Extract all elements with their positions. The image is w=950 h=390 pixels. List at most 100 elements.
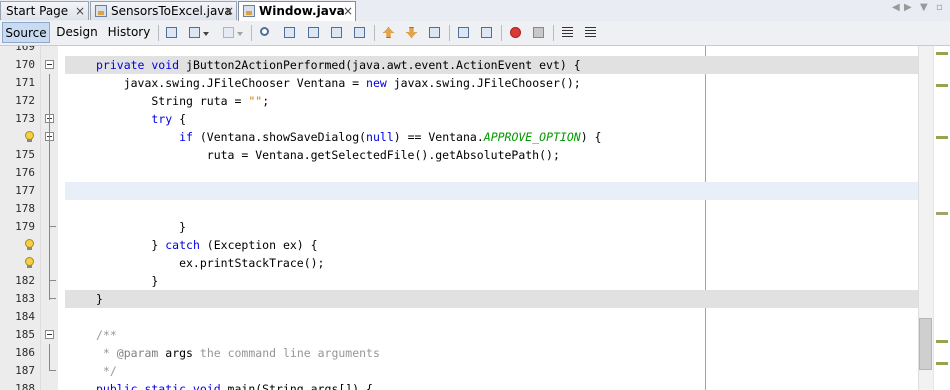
history-back-icon[interactable]: [163, 24, 181, 42]
hint-bulb-icon[interactable]: [24, 239, 35, 251]
tab-sensorstoexcel-java[interactable]: SensorsToExcel.java ×: [90, 1, 237, 20]
code-line[interactable]: 182 }: [0, 272, 918, 290]
error-stripe-marker[interactable]: [936, 84, 948, 87]
find-previous-icon[interactable]: [281, 24, 299, 42]
uncomment-icon[interactable]: [582, 24, 600, 42]
hint-bulb-icon[interactable]: [24, 131, 35, 143]
nav-dropdown-icon[interactable]: [220, 24, 243, 42]
line-number: 182: [15, 274, 35, 287]
code-line[interactable]: 186 * @param args the command line argum…: [0, 344, 918, 362]
toolbar-separator: [158, 25, 159, 41]
shift-left-icon[interactable]: [455, 24, 473, 42]
toolbar-separator: [251, 25, 252, 41]
tab-source[interactable]: Source: [2, 22, 50, 43]
scroll-tabs-right-icon[interactable]: ▶: [904, 2, 912, 13]
comment-icon[interactable]: [559, 24, 577, 42]
code-text: }: [96, 274, 159, 288]
hint-bulb-icon[interactable]: [24, 257, 35, 269]
close-icon[interactable]: ×: [75, 2, 85, 20]
code-line[interactable]: 169: [0, 46, 918, 56]
line-number: 171: [15, 76, 35, 89]
code-line[interactable]: if (Ventana.showSaveDialog(null) == Vent…: [0, 128, 918, 146]
scrollbar-thumb[interactable]: [919, 318, 932, 370]
fold-guide-line: [49, 74, 50, 300]
java-file-icon: [243, 5, 255, 17]
tab-label: Start Page: [6, 4, 69, 18]
toolbar-separator: [553, 25, 554, 41]
line-number: 170: [15, 58, 35, 71]
code-line[interactable]: ex.printStackTrace();: [0, 254, 918, 272]
fold-end-marker: [49, 290, 56, 299]
code-line[interactable]: 173 try {: [0, 110, 918, 128]
tab-label: SensorsToExcel.java: [111, 4, 232, 18]
code-text: }: [96, 220, 187, 234]
caret-line-highlight: [65, 182, 918, 200]
code-line[interactable]: 187 */: [0, 362, 918, 380]
code-line[interactable]: 188 public static void main(String args[…: [0, 380, 918, 390]
code-text: public static void main(String args[]) {: [96, 382, 373, 390]
line-number: 173: [15, 112, 35, 125]
code-text: }: [96, 292, 103, 306]
code-text: if (Ventana.showSaveDialog(null) == Vent…: [179, 130, 602, 144]
editor-tab-bar: Start Page × SensorsToExcel.java × Windo…: [0, 0, 950, 22]
tab-design[interactable]: Design: [54, 22, 100, 43]
previous-bookmark-icon[interactable]: [380, 24, 398, 42]
line-number: 185: [15, 328, 35, 341]
start-macro-icon[interactable]: [507, 24, 525, 42]
code-line[interactable]: } catch (Exception ex) {: [0, 236, 918, 254]
restore-window-icon[interactable]: ▫: [936, 2, 943, 13]
editor-toolbar: Source Design History: [0, 21, 950, 46]
code-line[interactable]: 175 ruta = Ventana.getSelectedFile().get…: [0, 146, 918, 164]
line-number: 186: [15, 346, 35, 359]
error-stripe-marker[interactable]: [936, 340, 948, 343]
tab-list-dropdown-icon[interactable]: ▼: [920, 2, 928, 13]
error-stripe-marker[interactable]: [936, 212, 948, 215]
line-number: 184: [15, 310, 35, 323]
code-line[interactable]: 179 }: [0, 218, 918, 236]
line-number: 183: [15, 292, 35, 305]
find-next-icon[interactable]: [305, 24, 323, 42]
code-text: */: [96, 364, 117, 378]
shift-right-icon[interactable]: [478, 24, 496, 42]
code-text: private void jButton2ActionPerformed(jav…: [96, 58, 581, 72]
line-number: 188: [15, 382, 35, 390]
find-icon[interactable]: [257, 24, 275, 42]
tab-history[interactable]: History: [104, 22, 154, 43]
code-line[interactable]: 184: [0, 308, 918, 326]
scroll-tabs-left-icon[interactable]: ◀: [892, 2, 900, 13]
fold-toggle-icon[interactable]: [45, 60, 54, 69]
close-icon[interactable]: ×: [343, 2, 353, 20]
toggle-highlight-icon[interactable]: [351, 24, 369, 42]
code-line[interactable]: 185 /**: [0, 326, 918, 344]
code-text: javax.swing.JFileChooser Ventana = new j…: [96, 76, 581, 90]
code-line[interactable]: 170 private void jButton2ActionPerformed…: [0, 56, 918, 74]
code-text: try {: [151, 112, 187, 126]
error-stripe: [933, 46, 950, 390]
next-bookmark-icon[interactable]: [403, 24, 421, 42]
history-nav-icon[interactable]: [186, 24, 209, 42]
fold-toggle-icon[interactable]: [45, 330, 54, 339]
code-text: ex.printStackTrace();: [96, 256, 325, 270]
find-selection-icon[interactable]: [328, 24, 346, 42]
toggle-bookmark-icon[interactable]: [426, 24, 444, 42]
code-line[interactable]: 178: [0, 200, 918, 218]
code-line[interactable]: 183 }: [0, 290, 918, 308]
line-number: 178: [15, 202, 35, 215]
toolbar-separator: [501, 25, 502, 41]
code-line[interactable]: 171 javax.swing.JFileChooser Ventana = n…: [0, 74, 918, 92]
error-stripe-marker[interactable]: [936, 362, 948, 365]
tab-start-page[interactable]: Start Page ×: [0, 1, 89, 20]
code-line[interactable]: 176: [0, 164, 918, 182]
line-number: 177: [15, 184, 35, 197]
fold-end-marker: [49, 218, 56, 227]
close-icon[interactable]: ×: [224, 2, 234, 20]
error-stripe-marker[interactable]: [936, 136, 948, 139]
code-text: ruta = Ventana.getSelectedFile().getAbso…: [96, 148, 560, 162]
code-line[interactable]: 177: [0, 182, 918, 200]
stop-macro-icon[interactable]: [530, 24, 548, 42]
error-stripe-marker[interactable]: [936, 52, 948, 55]
tab-window-java[interactable]: Window.java ×: [238, 1, 356, 22]
code-line[interactable]: 172 String ruta = "";: [0, 92, 918, 110]
code-text: } catch (Exception ex) {: [96, 238, 318, 252]
line-number: 172: [15, 94, 35, 107]
